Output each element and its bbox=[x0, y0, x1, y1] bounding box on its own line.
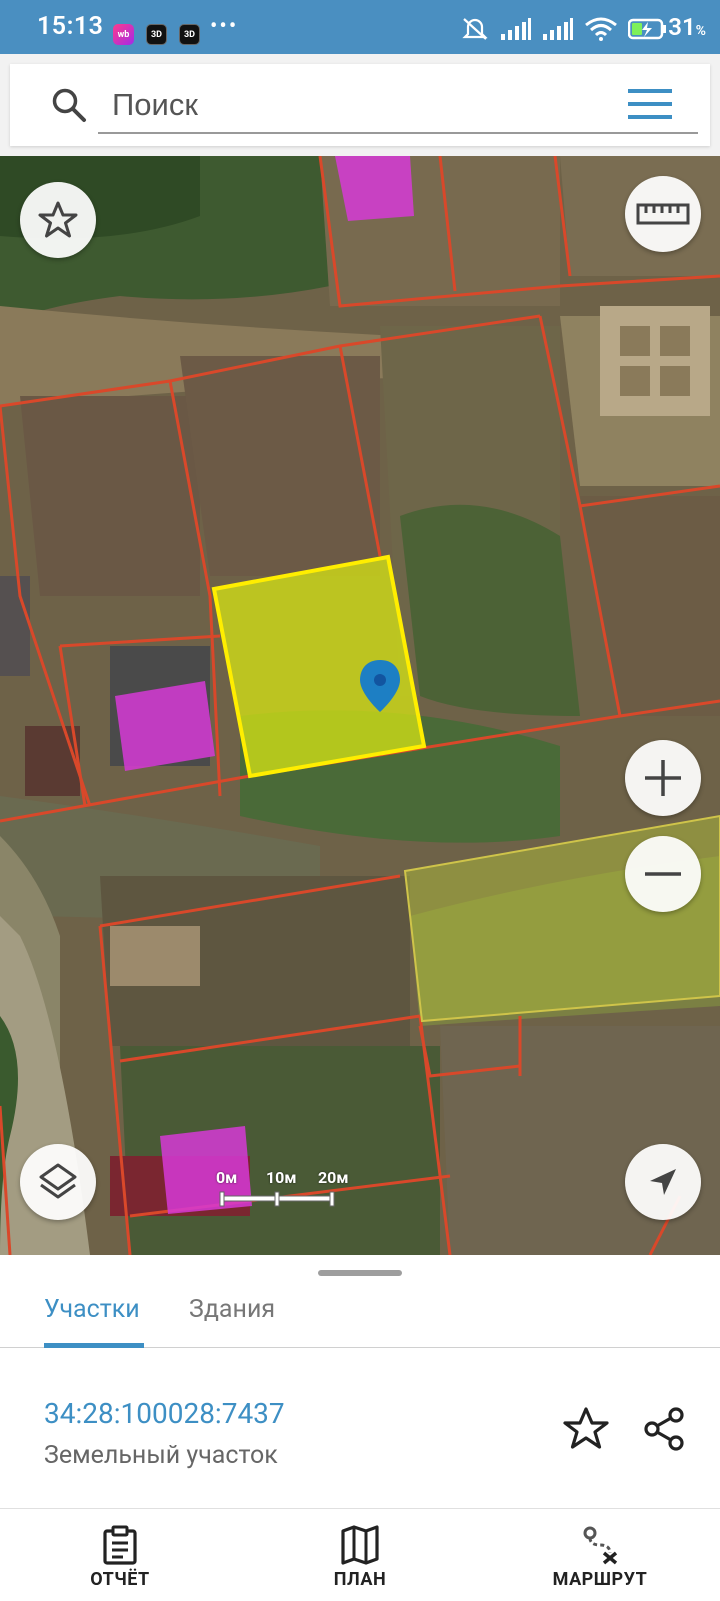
favorites-button[interactable] bbox=[20, 182, 96, 258]
battery-percent: 31% bbox=[668, 13, 706, 41]
zoom-out-button[interactable] bbox=[625, 836, 701, 912]
my-location-button[interactable] bbox=[625, 1144, 701, 1220]
signal-icon bbox=[501, 18, 531, 40]
layers-icon bbox=[39, 1163, 77, 1199]
clipboard-icon bbox=[103, 1525, 137, 1565]
map-view[interactable]: 0м 10м 20м bbox=[0, 156, 720, 1255]
nav-route-label: МАРШРУТ bbox=[552, 1569, 648, 1590]
ruler-icon bbox=[636, 203, 690, 225]
cadastral-number[interactable]: 34:28:100028:7437 bbox=[44, 1397, 285, 1430]
menu-icon[interactable] bbox=[628, 86, 672, 122]
wildberries-app-icon: wb bbox=[113, 24, 134, 45]
nav-route[interactable]: МАРШРУТ bbox=[540, 1509, 660, 1601]
star-icon bbox=[38, 201, 78, 238]
map-scale: 0м 10м 20м bbox=[214, 1168, 364, 1212]
wifi-icon bbox=[585, 17, 617, 41]
search-bar bbox=[10, 64, 710, 146]
sheet-drag-handle[interactable] bbox=[318, 1270, 402, 1276]
signal-icon-2 bbox=[543, 18, 573, 40]
app-3d-icon: 3D bbox=[146, 24, 167, 45]
search-area bbox=[0, 54, 720, 156]
search-icon[interactable] bbox=[50, 86, 88, 124]
route-icon bbox=[583, 1526, 618, 1565]
mute-icon bbox=[462, 18, 488, 40]
map-icon bbox=[341, 1525, 379, 1565]
status-icons bbox=[460, 17, 668, 41]
nav-report[interactable]: ОТЧЁТ bbox=[60, 1509, 180, 1601]
tab-buildings[interactable]: Здания bbox=[189, 1295, 275, 1324]
battery-charging-icon bbox=[628, 18, 666, 40]
tab-indicator bbox=[44, 1343, 144, 1348]
tab-plots[interactable]: Участки bbox=[44, 1295, 140, 1324]
scale-label-10: 10м bbox=[266, 1168, 297, 1187]
nav-plan[interactable]: ПЛАН bbox=[300, 1509, 420, 1601]
status-time: 15:13 bbox=[37, 12, 104, 41]
search-input[interactable] bbox=[112, 82, 592, 128]
bottom-nav: ОТЧЁТ ПЛАН МАРШРУТ bbox=[0, 1508, 720, 1600]
result-item[interactable]: 34:28:100028:7437 Земельный участок bbox=[0, 1349, 720, 1509]
search-underline bbox=[98, 132, 698, 134]
minus-icon bbox=[645, 872, 681, 876]
scale-label-20: 20м bbox=[318, 1168, 349, 1187]
notification-overflow: ••• bbox=[210, 14, 239, 39]
scale-bar bbox=[219, 1191, 335, 1207]
nav-plan-label: ПЛАН bbox=[333, 1569, 387, 1590]
zoom-in-button[interactable] bbox=[625, 740, 701, 816]
favorite-star-icon[interactable] bbox=[562, 1405, 610, 1453]
scale-label-0: 0м bbox=[216, 1168, 238, 1187]
share-icon[interactable] bbox=[640, 1405, 688, 1453]
status-bar: 15:13 wb 3D 3D ••• 31% bbox=[0, 0, 720, 54]
result-type: Земельный участок bbox=[44, 1441, 278, 1470]
plus-icon bbox=[645, 760, 681, 796]
layers-button[interactable] bbox=[20, 1144, 96, 1220]
satellite-map bbox=[0, 156, 720, 1255]
navigation-arrow-icon bbox=[650, 1169, 676, 1195]
measure-button[interactable] bbox=[625, 176, 701, 252]
nav-report-label: ОТЧЁТ bbox=[90, 1569, 150, 1590]
tabs: Участки Здания bbox=[0, 1285, 720, 1348]
app-3d-icon-2: 3D bbox=[179, 24, 200, 45]
